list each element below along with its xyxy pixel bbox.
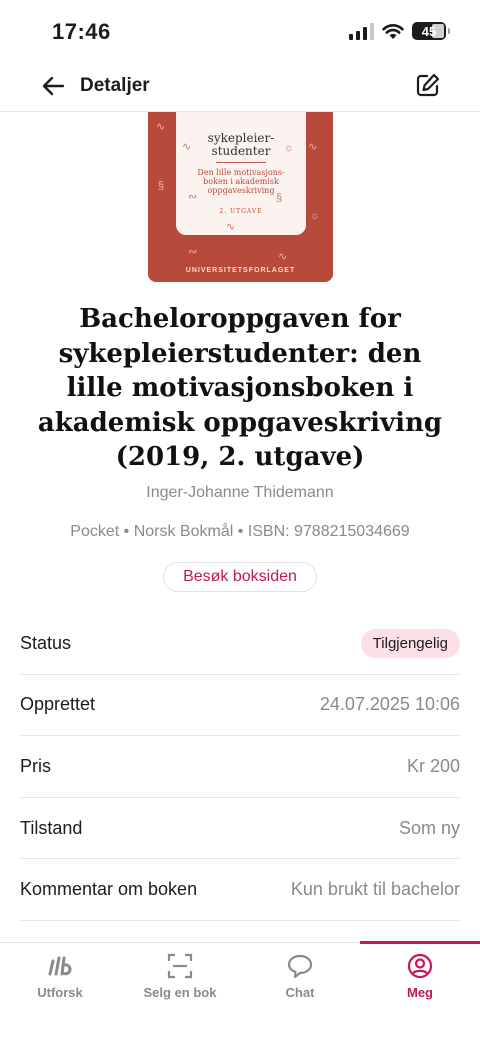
detail-value: Kun brukt til bachelor xyxy=(290,879,460,900)
edit-icon[interactable] xyxy=(414,71,442,99)
scan-icon xyxy=(167,953,193,979)
tab-me[interactable]: Meg xyxy=(360,941,480,1039)
tab-chat[interactable]: Chat xyxy=(240,943,360,1039)
detail-label: Tilstand xyxy=(20,817,83,838)
detail-row-comment: Kommentar om boken Kun brukt til bachelo… xyxy=(20,859,460,921)
status-badge: Tilgjengelig xyxy=(360,628,460,658)
details-list: Status Tilgjengelig Opprettet 24.07.2025… xyxy=(20,613,460,921)
tab-label: Chat xyxy=(285,985,315,1000)
page-title: Detaljer xyxy=(80,75,150,96)
tab-label: Selg en bok xyxy=(143,985,217,1000)
chat-icon xyxy=(287,954,313,979)
detail-row-status: Status Tilgjengelig xyxy=(20,613,460,675)
battery-level: 45 xyxy=(421,23,437,39)
detail-row-created: Opprettet 24.07.2025 10:06 xyxy=(20,675,460,737)
detail-label: Pris xyxy=(20,755,51,776)
detail-row-condition: Tilstand Som ny xyxy=(20,798,460,860)
logo-icon xyxy=(48,956,72,976)
visit-book-page-button[interactable]: Besøk boksiden xyxy=(163,562,317,592)
detail-row-price: Pris Kr 200 xyxy=(20,736,460,798)
tab-explore[interactable]: Utforsk xyxy=(0,943,120,1039)
battery-icon: 45 xyxy=(412,22,450,40)
signal-icon xyxy=(349,22,374,40)
cover-edition: 2. UTGAVE xyxy=(219,208,263,215)
book-author: Inger-Johanne Thidemann xyxy=(146,484,334,501)
cover-publisher: UNIVERSITETSFORLAGET xyxy=(185,267,296,274)
book-meta: Pocket • Norsk Bokmål • ISBN: 9788215034… xyxy=(70,523,410,540)
active-tab-indicator xyxy=(360,941,480,944)
bottom-tab-bar: Utforsk Selg en bok Chat Meg xyxy=(0,941,480,1039)
status-time: 17:46 xyxy=(52,19,111,44)
profile-icon xyxy=(407,953,433,979)
detail-label: Opprettet xyxy=(20,694,96,715)
detail-label: Kommentar om boken xyxy=(20,879,198,900)
top-app-bar: Detaljer xyxy=(0,60,480,112)
tab-label: Utforsk xyxy=(37,985,83,1000)
book-title: Bacheloroppgaven for sykepleierstudenter… xyxy=(37,304,443,472)
detail-value: 24.07.2025 10:06 xyxy=(319,694,460,715)
status-bar: 17:46 45 xyxy=(0,0,480,60)
tab-label: Meg xyxy=(407,985,433,1000)
wifi-icon xyxy=(382,23,404,39)
detail-value: Kr 200 xyxy=(406,755,460,776)
detail-label: Status xyxy=(20,632,72,653)
status-icons: 45 xyxy=(349,22,450,40)
detail-value: Som ny xyxy=(398,817,460,838)
tab-sell-book[interactable]: Selg en bok xyxy=(120,943,240,1039)
arrow-left-icon[interactable] xyxy=(40,72,68,100)
